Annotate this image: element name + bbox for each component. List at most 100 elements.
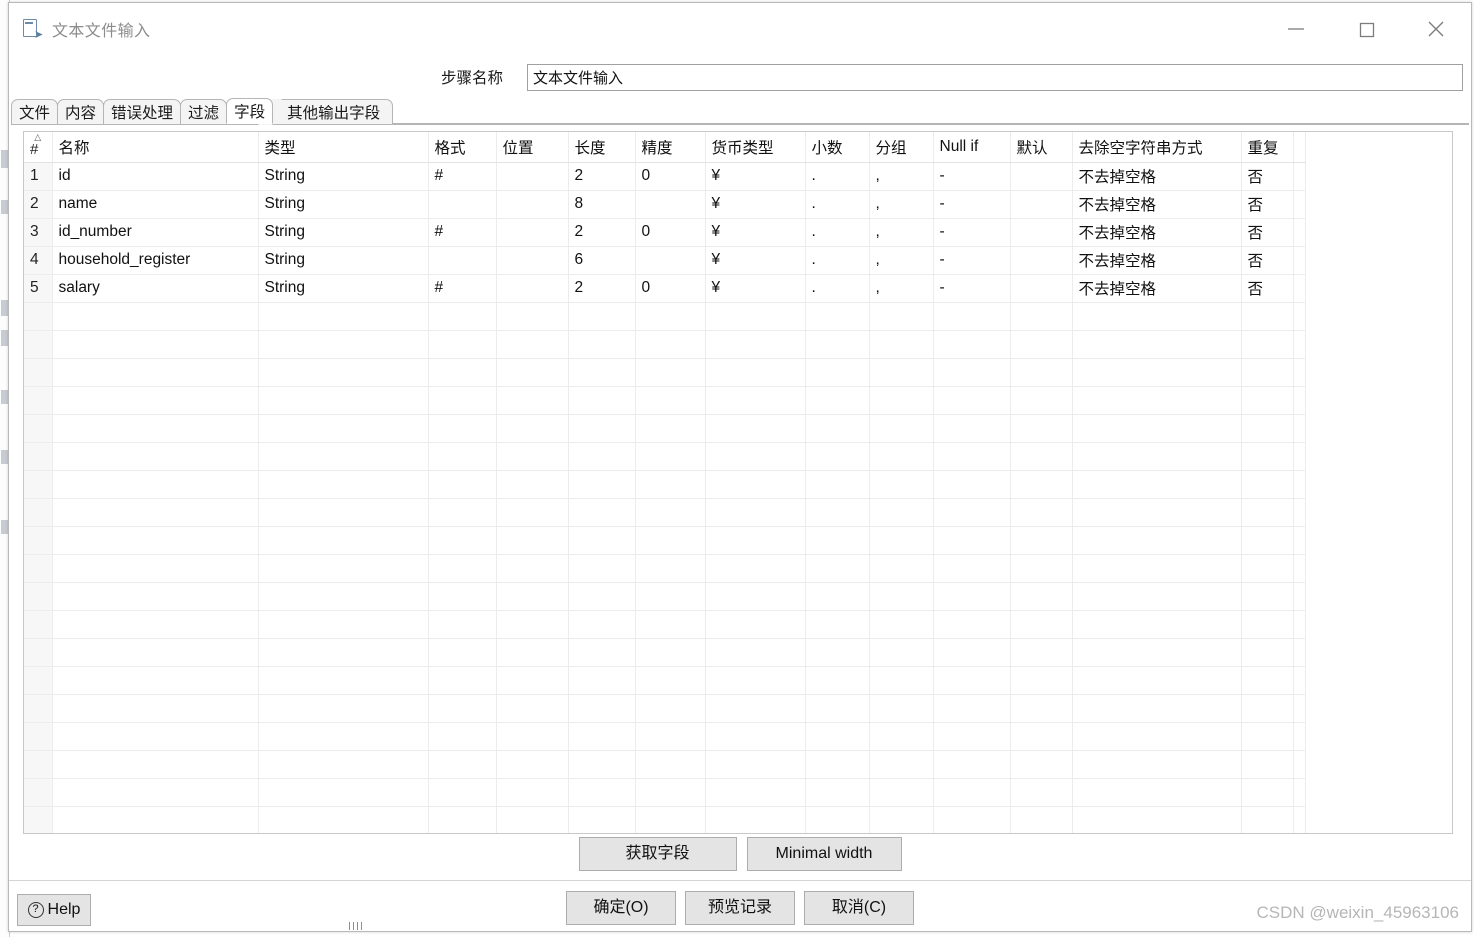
cell-precision[interactable] — [635, 414, 706, 443]
cell-group[interactable] — [869, 778, 934, 807]
cell-trim-type[interactable] — [1072, 806, 1242, 833]
cell-format[interactable] — [428, 806, 497, 833]
step-name-input[interactable] — [527, 63, 1463, 91]
table-row-empty[interactable] — [24, 330, 1306, 359]
cell-name[interactable] — [52, 386, 259, 415]
cell-length[interactable] — [568, 778, 636, 807]
table-row-empty[interactable] — [24, 638, 1306, 667]
cell-group[interactable] — [869, 358, 934, 387]
cell-currency[interactable]: ¥ — [705, 246, 806, 275]
column-header-decimal[interactable]: 小数 — [805, 132, 870, 163]
cell-trim-type[interactable] — [1072, 778, 1242, 807]
get-fields-button[interactable]: 获取字段 — [578, 837, 737, 871]
cell-default[interactable] — [1010, 778, 1073, 807]
cell-precision[interactable] — [635, 694, 706, 723]
cell-decimal[interactable] — [805, 358, 870, 387]
cancel-button[interactable]: 取消(C) — [804, 891, 914, 925]
column-header-format[interactable]: 格式 — [428, 132, 497, 163]
cell-length[interactable] — [568, 302, 636, 331]
cell-trim-type[interactable] — [1072, 386, 1242, 415]
table-row-empty[interactable] — [24, 358, 1306, 387]
cell-decimal[interactable] — [805, 610, 870, 639]
cell-precision[interactable] — [635, 582, 706, 611]
cell-null-if[interactable] — [933, 778, 1011, 807]
cell-precision[interactable] — [635, 806, 706, 833]
table-row-empty[interactable] — [24, 778, 1306, 807]
cell-position[interactable] — [496, 358, 569, 387]
cell-default[interactable] — [1010, 330, 1073, 359]
cell-precision[interactable] — [635, 386, 706, 415]
table-row[interactable]: 3 id_number String #2 0 ¥., - 不去掉空格否 — [24, 218, 1306, 247]
cell-trim-type[interactable]: 不去掉空格 — [1072, 190, 1242, 219]
cell-decimal[interactable]: . — [805, 274, 870, 303]
cell-position[interactable] — [496, 442, 569, 471]
cell-precision[interactable] — [635, 302, 706, 331]
cell-null-if[interactable] — [933, 330, 1011, 359]
cell-length[interactable] — [568, 470, 636, 499]
cell-decimal[interactable] — [805, 694, 870, 723]
cell-name[interactable] — [52, 722, 259, 751]
resize-grip[interactable] — [349, 922, 367, 930]
cell-name[interactable]: id_number — [52, 218, 259, 247]
cell-trailing[interactable] — [1293, 386, 1306, 415]
cell-precision[interactable] — [635, 330, 706, 359]
table-row[interactable]: 1 id String #2 0 ¥., - 不去掉空格否 — [24, 162, 1306, 191]
cell-default[interactable] — [1010, 806, 1073, 833]
cell-group[interactable] — [869, 610, 934, 639]
tab-extra-output-fields[interactable]: 其他输出字段 — [270, 99, 394, 124]
cell-precision[interactable] — [635, 470, 706, 499]
cell-type[interactable] — [258, 386, 429, 415]
cell-position[interactable] — [496, 162, 569, 191]
cell-format[interactable] — [428, 358, 497, 387]
cell-currency[interactable]: ¥ — [705, 274, 806, 303]
cell-repeat[interactable]: 否 — [1241, 274, 1294, 303]
cell-format[interactable] — [428, 246, 497, 275]
cell-repeat[interactable] — [1241, 386, 1294, 415]
cell-group[interactable] — [869, 330, 934, 359]
cell-type[interactable]: String — [258, 218, 429, 247]
column-header-type[interactable]: 类型 — [258, 132, 429, 163]
cell-name[interactable] — [52, 666, 259, 695]
cell-decimal[interactable] — [805, 806, 870, 833]
cell-type[interactable] — [258, 582, 429, 611]
cell-null-if[interactable] — [933, 358, 1011, 387]
cell-decimal[interactable] — [805, 330, 870, 359]
cell-length[interactable] — [568, 666, 636, 695]
cell-format[interactable] — [428, 330, 497, 359]
close-icon[interactable] — [1401, 3, 1471, 55]
cell-type[interactable] — [258, 778, 429, 807]
cell-name[interactable] — [52, 694, 259, 723]
cell-name[interactable] — [52, 442, 259, 471]
cell-trim-type[interactable] — [1072, 722, 1242, 751]
cell-type[interactable] — [258, 554, 429, 583]
cell-decimal[interactable] — [805, 302, 870, 331]
cell-name[interactable] — [52, 554, 259, 583]
cell-trailing[interactable] — [1293, 246, 1306, 275]
cell-null-if[interactable]: - — [933, 246, 1011, 275]
cell-null-if[interactable] — [933, 610, 1011, 639]
cell-precision[interactable] — [635, 358, 706, 387]
cell-type[interactable] — [258, 666, 429, 695]
cell-name[interactable] — [52, 526, 259, 555]
cell-currency[interactable] — [705, 638, 806, 667]
cell-repeat[interactable] — [1241, 750, 1294, 779]
cell-length[interactable] — [568, 750, 636, 779]
cell-length[interactable] — [568, 442, 636, 471]
cell-type[interactable] — [258, 358, 429, 387]
cell-format[interactable] — [428, 498, 497, 527]
cell-repeat[interactable] — [1241, 722, 1294, 751]
cell-trailing[interactable] — [1293, 470, 1306, 499]
ok-button[interactable]: 确定(O) — [566, 891, 676, 925]
cell-repeat[interactable] — [1241, 554, 1294, 583]
cell-position[interactable] — [496, 554, 569, 583]
cell-trim-type[interactable] — [1072, 302, 1242, 331]
cell-group[interactable] — [869, 554, 934, 583]
table-row-empty[interactable] — [24, 722, 1306, 751]
cell-trailing[interactable] — [1293, 750, 1306, 779]
cell-type[interactable] — [258, 722, 429, 751]
cell-format[interactable] — [428, 386, 497, 415]
cell-type[interactable] — [258, 750, 429, 779]
cell-decimal[interactable] — [805, 526, 870, 555]
cell-position[interactable] — [496, 694, 569, 723]
column-header-precision[interactable]: 精度 — [635, 132, 706, 163]
